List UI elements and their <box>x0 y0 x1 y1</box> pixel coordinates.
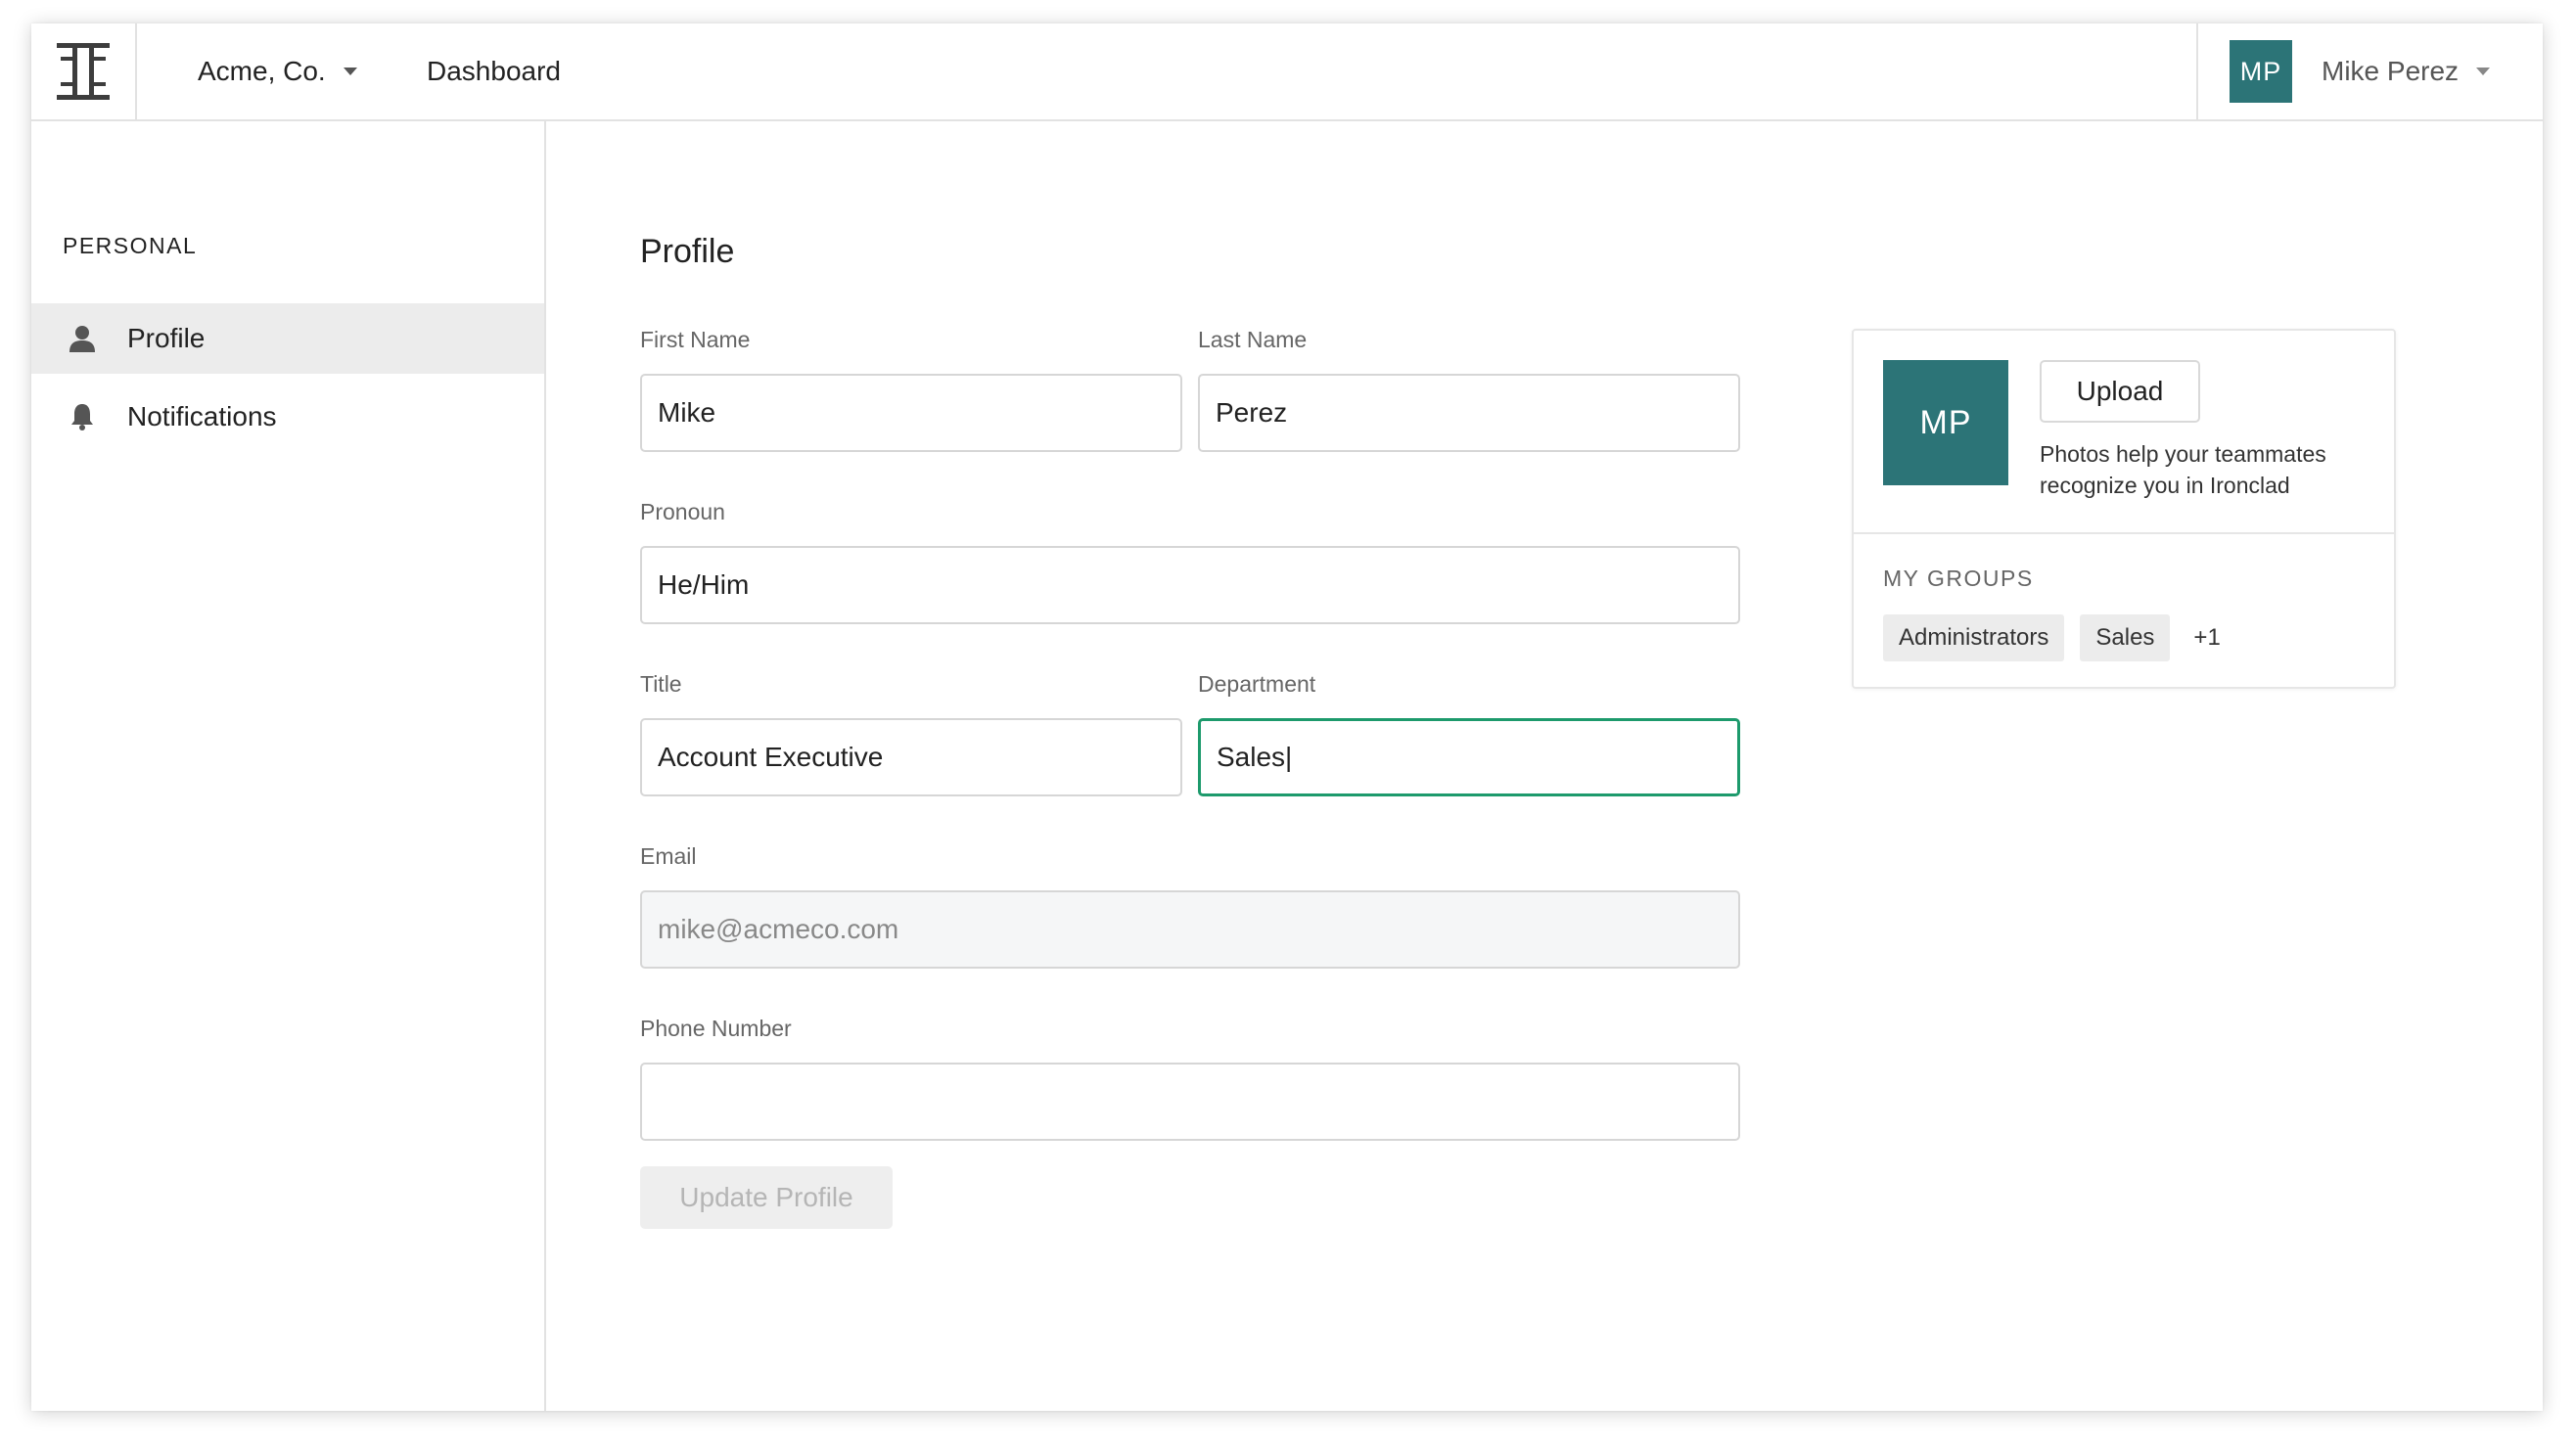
logo[interactable] <box>31 23 137 119</box>
email-field[interactable] <box>640 890 1740 969</box>
sidebar-item-label: Notifications <box>127 401 277 431</box>
first-name-field[interactable] <box>640 374 1182 452</box>
ironclad-logo-icon <box>57 43 110 100</box>
chevron-down-icon <box>2476 68 2491 75</box>
group-chip-sales[interactable]: Sales <box>2080 614 2171 661</box>
phone-label: Phone Number <box>640 1016 792 1041</box>
nav-dashboard-link[interactable]: Dashboard <box>427 23 561 119</box>
phone-field[interactable] <box>640 1063 1740 1141</box>
department-label: Department <box>1198 671 1316 697</box>
user-menu[interactable]: MP Mike Perez <box>2196 23 2543 119</box>
title-field[interactable] <box>640 718 1182 796</box>
sidebar-item-profile[interactable]: Profile <box>31 303 544 374</box>
page-title: Profile <box>640 233 735 270</box>
company-name: Acme, Co. <box>198 56 326 86</box>
groups-heading: MY GROUPS <box>1883 566 2034 591</box>
email-label: Email <box>640 843 697 869</box>
group-chips: Administrators Sales +1 <box>1883 614 2221 661</box>
company-switcher[interactable]: Acme, Co. <box>198 23 357 119</box>
title-label: Title <box>640 671 682 697</box>
bell-icon <box>67 401 98 432</box>
last-name-field[interactable] <box>1198 374 1740 452</box>
profile-photo-card: MP Upload Photos help your teammates rec… <box>1852 329 2396 689</box>
chevron-down-icon <box>343 68 357 75</box>
sidebar-item-notifications[interactable]: Notifications <box>31 382 544 452</box>
top-header: Acme, Co. Dashboard MP Mike Perez <box>31 23 2543 121</box>
upload-button[interactable]: Upload <box>2040 360 2200 423</box>
photo-help-text: Photos help your teammates recognize you… <box>2040 441 2326 498</box>
first-name-label: First Name <box>640 327 751 352</box>
pronoun-field[interactable] <box>640 546 1740 624</box>
user-name: Mike Perez <box>2322 56 2460 86</box>
avatar: MP <box>2230 40 2292 103</box>
group-chip-administrators[interactable]: Administrators <box>1883 614 2065 661</box>
update-profile-button[interactable]: Update Profile <box>640 1166 893 1229</box>
main-content: Profile First Name Last Name Pronoun Tit… <box>546 121 2543 1411</box>
sidebar: PERSONAL Profile Notifications <box>31 121 546 1411</box>
more-groups-count[interactable]: +1 <box>2193 624 2220 652</box>
avatar: MP <box>1883 360 2008 485</box>
sidebar-section-heading: PERSONAL <box>63 233 198 258</box>
last-name-label: Last Name <box>1198 327 1308 352</box>
sidebar-item-label: Profile <box>127 323 206 353</box>
divider <box>1854 532 2394 534</box>
department-field[interactable] <box>1198 718 1740 796</box>
person-icon <box>67 323 98 354</box>
pronoun-label: Pronoun <box>640 499 725 524</box>
app-window: Acme, Co. Dashboard MP Mike Perez PERSON… <box>31 23 2543 1411</box>
